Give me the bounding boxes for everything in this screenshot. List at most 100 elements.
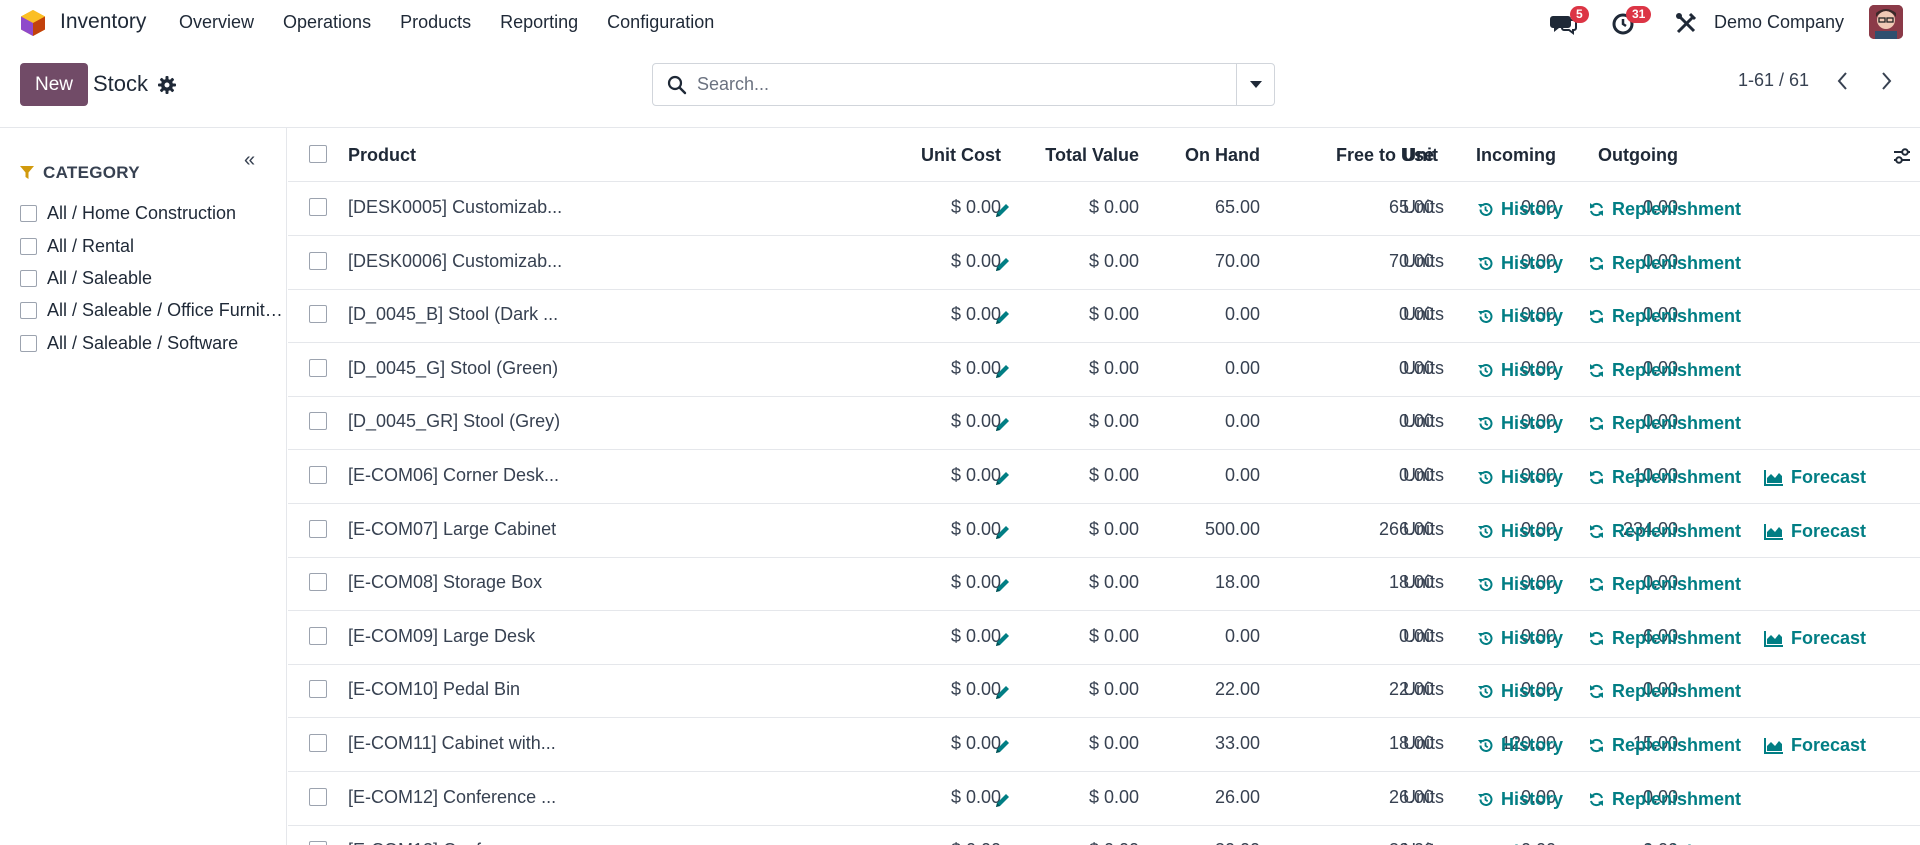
history-button[interactable]: History bbox=[1477, 413, 1563, 434]
replenishment-button[interactable]: Replenishment bbox=[1588, 574, 1741, 595]
col-on-hand[interactable]: On Hand bbox=[1185, 145, 1260, 166]
table-row[interactable]: [E-COM13] Conference ... $ 0.00 $ 0.00 3… bbox=[288, 825, 1920, 845]
row-checkbox[interactable] bbox=[309, 573, 327, 592]
row-checkbox[interactable] bbox=[309, 519, 327, 538]
chevron-left-icon[interactable] bbox=[1833, 70, 1853, 92]
history-button[interactable]: History bbox=[1477, 521, 1563, 542]
row-checkbox[interactable] bbox=[309, 305, 327, 324]
history-button[interactable]: History bbox=[1477, 467, 1563, 488]
history-button[interactable]: History bbox=[1477, 574, 1563, 595]
row-checkbox[interactable] bbox=[309, 787, 327, 806]
tools-icon[interactable] bbox=[1673, 10, 1701, 36]
category-item[interactable]: All / Saleable / Office Furniture bbox=[20, 297, 285, 323]
col-outgoing[interactable]: Outgoing bbox=[1598, 145, 1678, 166]
col-total-value[interactable]: Total Value bbox=[1045, 145, 1139, 166]
table-row[interactable]: [E-COM10] Pedal Bin $ 0.00 $ 0.00 22.00 … bbox=[288, 664, 1920, 719]
table-row[interactable]: [D_0045_G] Stool (Green) $ 0.00 $ 0.00 0… bbox=[288, 343, 1920, 397]
col-product[interactable]: Product bbox=[348, 145, 416, 166]
replenishment-button[interactable]: Replenishment bbox=[1588, 467, 1741, 488]
history-button[interactable]: History bbox=[1477, 628, 1563, 649]
pencil-icon[interactable] bbox=[994, 308, 1012, 326]
history-button[interactable]: History bbox=[1477, 360, 1563, 381]
replenishment-button[interactable]: Replenishment bbox=[1588, 681, 1741, 702]
history-button[interactable]: History bbox=[1477, 199, 1563, 220]
table-row[interactable]: [DESK0006] Customizab... $ 0.00 $ 0.00 7… bbox=[288, 236, 1920, 290]
menu-operations[interactable]: Operations bbox=[283, 12, 371, 33]
history-button[interactable]: History bbox=[1477, 253, 1563, 274]
row-checkbox[interactable] bbox=[309, 358, 327, 377]
history-button[interactable]: History bbox=[1477, 681, 1563, 702]
table-row[interactable]: [DESK0005] Customizab... $ 0.00 $ 0.00 6… bbox=[288, 182, 1920, 236]
menu-products[interactable]: Products bbox=[400, 12, 471, 33]
user-avatar[interactable] bbox=[1869, 5, 1903, 39]
menu-overview[interactable]: Overview bbox=[179, 12, 254, 33]
pencil-icon[interactable] bbox=[994, 362, 1012, 380]
select-all-checkbox[interactable] bbox=[309, 145, 327, 163]
category-item[interactable]: All / Rental bbox=[20, 233, 285, 259]
pencil-icon[interactable] bbox=[994, 415, 1012, 433]
search-options-toggle[interactable] bbox=[1236, 64, 1274, 105]
table-row[interactable]: [E-COM09] Large Desk $ 0.00 $ 0.00 0.00 … bbox=[288, 611, 1920, 665]
pencil-icon[interactable] bbox=[994, 255, 1012, 273]
table-row[interactable]: [E-COM06] Corner Desk... $ 0.00 $ 0.00 0… bbox=[288, 450, 1920, 504]
search-input[interactable] bbox=[695, 66, 1215, 103]
replenishment-button[interactable]: Replenishment bbox=[1588, 360, 1741, 381]
history-button[interactable]: History bbox=[1477, 735, 1563, 756]
menu-configuration[interactable]: Configuration bbox=[607, 12, 714, 33]
col-incoming[interactable]: Incoming bbox=[1476, 145, 1556, 166]
pencil-icon[interactable] bbox=[994, 683, 1012, 701]
table-row[interactable]: [E-COM08] Storage Box $ 0.00 $ 0.00 18.0… bbox=[288, 557, 1920, 612]
row-checkbox[interactable] bbox=[309, 251, 327, 270]
category-checkbox[interactable] bbox=[20, 334, 37, 352]
replenishment-button[interactable]: Replenishment bbox=[1588, 199, 1741, 220]
pencil-icon[interactable] bbox=[994, 630, 1012, 648]
double-chevron-left-icon[interactable]: « bbox=[244, 149, 255, 172]
table-row[interactable]: [E-COM07] Large Cabinet $ 0.00 $ 0.00 50… bbox=[288, 504, 1920, 558]
new-button[interactable]: New bbox=[20, 63, 88, 106]
replenishment-button[interactable]: Replenishment bbox=[1588, 735, 1741, 756]
col-unit-cost[interactable]: Unit Cost bbox=[921, 145, 1001, 166]
category-checkbox[interactable] bbox=[20, 301, 37, 319]
history-button[interactable]: History bbox=[1477, 306, 1563, 327]
category-item[interactable]: All / Home Construction bbox=[20, 200, 285, 226]
app-name[interactable]: Inventory bbox=[60, 10, 146, 34]
forecast-button[interactable]: Forecast bbox=[1764, 467, 1866, 488]
gear-icon[interactable] bbox=[157, 75, 177, 95]
forecast-button[interactable]: Forecast bbox=[1764, 735, 1866, 756]
company-switcher[interactable]: Demo Company bbox=[1714, 12, 1844, 33]
col-unit[interactable]: Unit bbox=[1403, 145, 1438, 166]
chevron-right-icon[interactable] bbox=[1876, 70, 1896, 92]
app-logo-icon[interactable] bbox=[20, 9, 46, 37]
row-checkbox[interactable] bbox=[309, 466, 327, 484]
forecast-button[interactable]: Forecast bbox=[1764, 521, 1866, 542]
sliders-icon[interactable] bbox=[1892, 146, 1912, 166]
pencil-icon[interactable] bbox=[994, 576, 1012, 594]
replenishment-button[interactable]: Replenishment bbox=[1588, 253, 1741, 274]
pencil-icon[interactable] bbox=[994, 201, 1012, 219]
replenishment-button[interactable]: Replenishment bbox=[1588, 413, 1741, 434]
replenishment-button[interactable]: Replenishment bbox=[1588, 521, 1741, 542]
category-checkbox[interactable] bbox=[20, 204, 37, 222]
row-checkbox[interactable] bbox=[309, 841, 327, 845]
table-row[interactable]: [D_0045_B] Stool (Dark ... $ 0.00 $ 0.00… bbox=[288, 289, 1920, 344]
table-row[interactable]: [D_0045_GR] Stool (Grey) $ 0.00 $ 0.00 0… bbox=[288, 396, 1920, 451]
category-checkbox[interactable] bbox=[20, 237, 37, 255]
category-checkbox[interactable] bbox=[20, 269, 37, 287]
row-checkbox[interactable] bbox=[309, 626, 327, 645]
pencil-icon[interactable] bbox=[994, 791, 1012, 809]
history-button[interactable]: History bbox=[1477, 789, 1563, 810]
category-item[interactable]: All / Saleable / Software bbox=[20, 330, 285, 356]
category-item[interactable]: All / Saleable bbox=[20, 265, 285, 291]
row-checkbox[interactable] bbox=[309, 680, 327, 699]
row-checkbox[interactable] bbox=[309, 734, 327, 752]
row-checkbox[interactable] bbox=[309, 412, 327, 431]
replenishment-button[interactable]: Replenishment bbox=[1588, 628, 1741, 649]
pencil-icon[interactable] bbox=[994, 469, 1012, 487]
table-row[interactable]: [E-COM11] Cabinet with... $ 0.00 $ 0.00 … bbox=[288, 718, 1920, 772]
pager-value[interactable]: 1-61 / 61 bbox=[1738, 70, 1809, 91]
row-checkbox[interactable] bbox=[309, 198, 327, 216]
forecast-button[interactable]: Forecast bbox=[1764, 628, 1866, 649]
table-row[interactable]: [E-COM12] Conference ... $ 0.00 $ 0.00 2… bbox=[288, 772, 1920, 826]
pencil-icon[interactable] bbox=[994, 737, 1012, 755]
replenishment-button[interactable]: Replenishment bbox=[1588, 789, 1741, 810]
